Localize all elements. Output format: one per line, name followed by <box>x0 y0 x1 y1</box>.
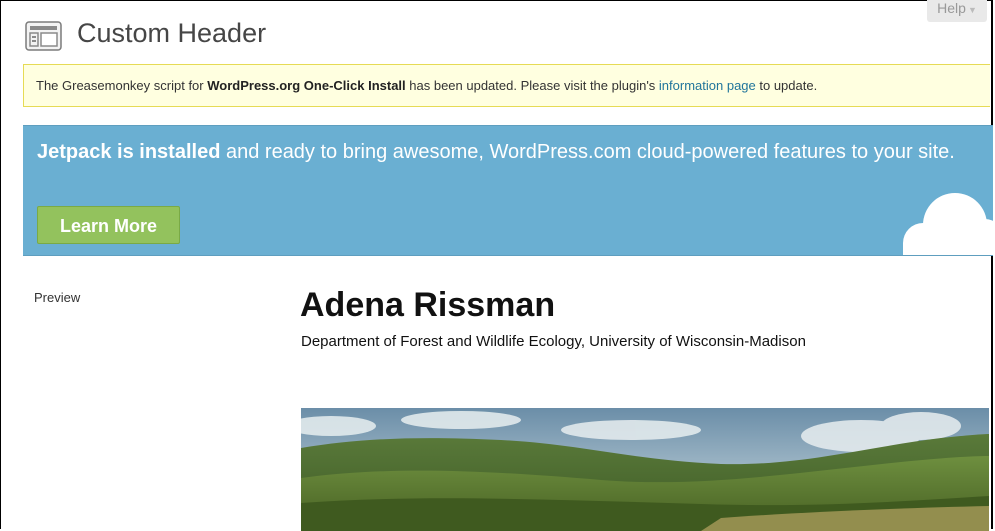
jetpack-message: Jetpack is installed and ready to bring … <box>37 140 967 165</box>
header-image <box>301 408 989 531</box>
update-notice: The Greasemonkey script for WordPress.or… <box>23 64 990 107</box>
site-description: Department of Forest and Wildlife Ecolog… <box>301 333 806 350</box>
page-title: Custom Header <box>77 18 267 48</box>
chevron-down-icon: ▼ <box>967 5 977 15</box>
cloud-icon <box>903 193 993 255</box>
notice-text-before: The Greasemonkey script for <box>36 78 208 93</box>
jetpack-banner: Jetpack is installed and ready to bring … <box>23 125 993 256</box>
preview-label: Preview <box>34 290 81 305</box>
notice-text-middle: has been updated. Please visit the plugi… <box>405 78 659 93</box>
help-label: Help <box>937 0 966 16</box>
appearance-header-icon <box>25 21 62 51</box>
jetpack-headline-rest: and ready to bring awesome, WordPress.co… <box>220 141 955 163</box>
notice-plugin-name: WordPress.org One-Click Install <box>207 78 406 93</box>
information-page-link[interactable]: information page <box>659 78 756 93</box>
site-title: Adena Rissman <box>300 286 556 324</box>
notice-text-after: to update. <box>755 78 818 93</box>
learn-more-button[interactable]: Learn More <box>37 206 180 244</box>
jetpack-headline-bold: Jetpack is installed <box>37 141 221 163</box>
help-tab-button[interactable]: Help ▼ <box>927 0 987 22</box>
